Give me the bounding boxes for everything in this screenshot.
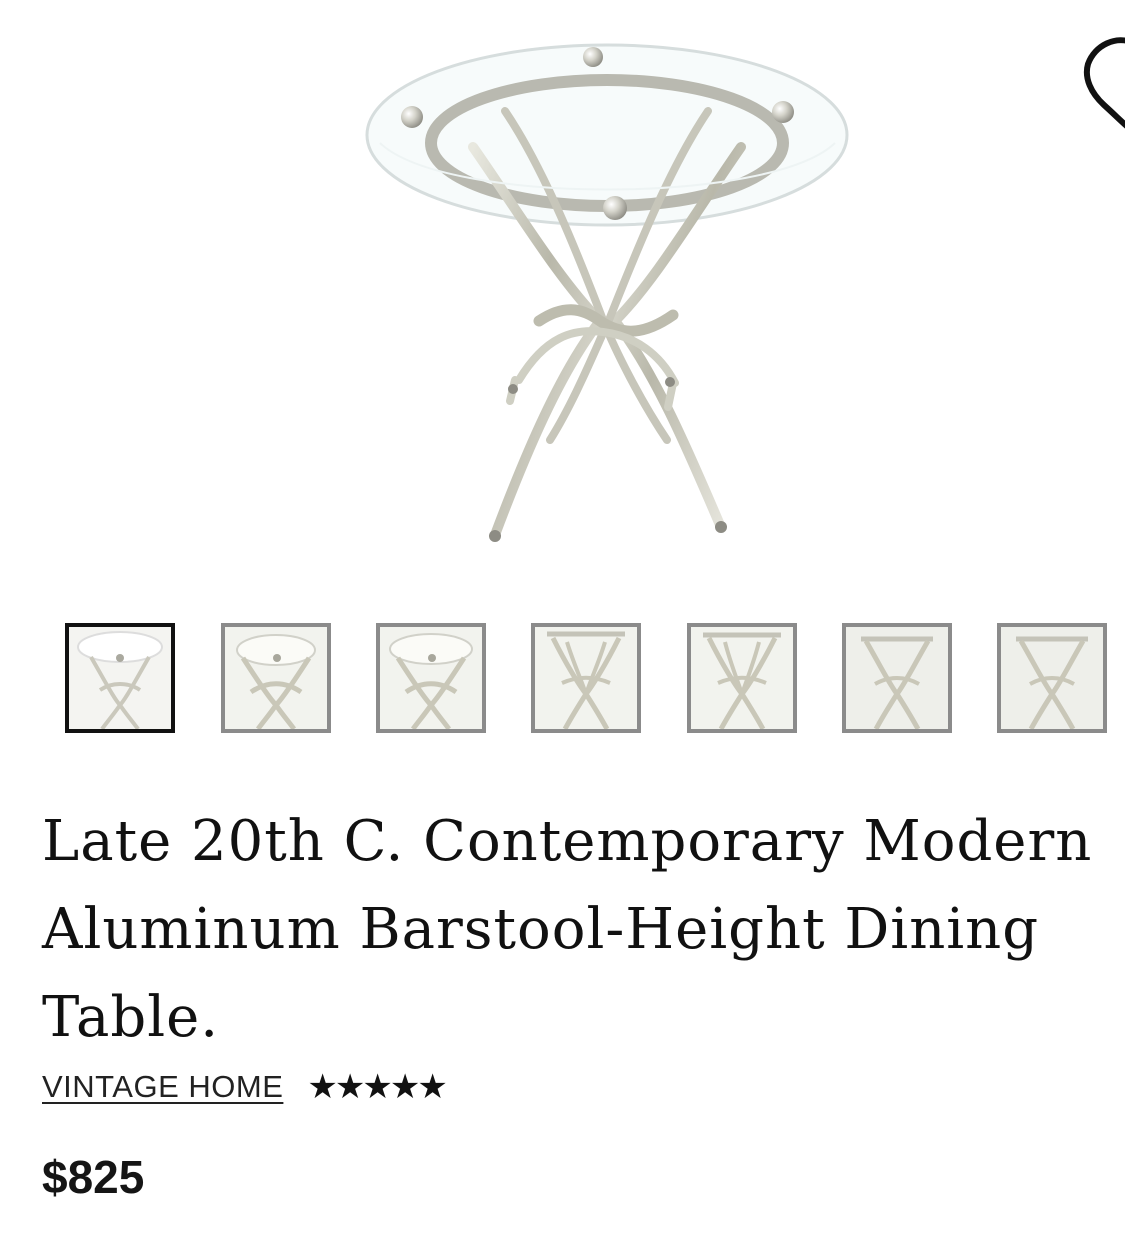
- thumbnail-5[interactable]: [687, 623, 797, 733]
- product-title-line-1: Late 20th C. Contemporary Modern: [42, 809, 1093, 874]
- product-title-line-2: Aluminum Barstool-Height Dining: [42, 897, 1040, 962]
- seller-rating-row: VINTAGE HOME ★★★★★: [42, 1064, 448, 1110]
- thumbnail-image: [380, 627, 482, 729]
- seller-link[interactable]: VINTAGE HOME: [42, 1069, 283, 1105]
- thumbnail-image: [846, 627, 948, 729]
- product-gallery: [0, 0, 1125, 600]
- product-hero-image[interactable]: [355, 35, 860, 555]
- thumbnail-7[interactable]: [997, 623, 1107, 733]
- thumbnail-image: [77, 631, 163, 729]
- product-price: $825: [42, 1151, 145, 1203]
- star-rating: ★★★★★: [307, 1067, 447, 1107]
- thumbnail-image: [691, 627, 793, 729]
- heart-icon[interactable]: [1080, 35, 1125, 130]
- thumbnail-2[interactable]: [221, 623, 331, 733]
- thumbnail-1[interactable]: [65, 623, 175, 733]
- product-title: Late 20th C. Contemporary Modern Aluminu…: [42, 798, 1125, 1062]
- thumbnail-image: [1001, 627, 1103, 729]
- thumbnail-3[interactable]: [376, 623, 486, 733]
- thumbnail-4[interactable]: [531, 623, 641, 733]
- product-title-line-3: Table.: [42, 985, 220, 1050]
- thumbnail-6[interactable]: [842, 623, 952, 733]
- thumbnail-image: [535, 627, 637, 729]
- thumbnail-image: [225, 627, 327, 729]
- thumbnail-strip: [65, 623, 1125, 735]
